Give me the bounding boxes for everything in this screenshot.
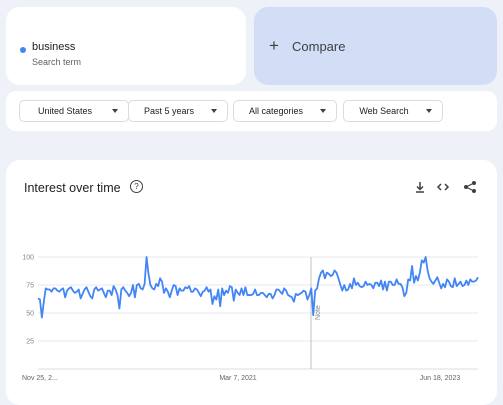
search-type-label: Web Search xyxy=(359,106,409,116)
x-tick-label: Mar 7, 2021 xyxy=(219,375,256,382)
region-label: United States xyxy=(37,106,93,116)
compare-label: Compare xyxy=(292,39,346,54)
caret-down-icon xyxy=(112,109,118,113)
region-dropdown[interactable]: United States xyxy=(19,100,129,122)
series-line-business[interactable] xyxy=(37,256,479,319)
search-type-dropdown[interactable]: Web Search xyxy=(343,100,443,122)
embed-icon[interactable] xyxy=(436,180,450,194)
interest-chart[interactable]: 100 75 50 25 Nov 25, 2... Mar 7, 2021 Jun 18, … xyxy=(6,160,497,405)
x-tick-label: Nov 25, 2... xyxy=(22,375,58,382)
caret-down-icon xyxy=(211,109,217,113)
caret-down-icon xyxy=(320,109,326,113)
y-tick-label: 75 xyxy=(26,283,34,290)
search-term-sublabel: Search term xyxy=(32,57,82,67)
category-dropdown[interactable]: All categories xyxy=(233,100,337,122)
compare-button[interactable]: + Compare xyxy=(254,7,497,85)
time-range-label: Past 5 years xyxy=(143,106,195,116)
y-tick-label: 50 xyxy=(26,311,34,318)
category-label: All categories xyxy=(248,106,304,116)
series-color-dot xyxy=(20,47,26,53)
x-tick-label: Jun 18, 2023 xyxy=(420,375,461,382)
chart-title: Interest over time xyxy=(24,181,121,195)
y-tick-label: 25 xyxy=(26,339,34,346)
search-term-card[interactable]: business Search term xyxy=(6,7,246,85)
time-range-dropdown[interactable]: Past 5 years xyxy=(128,100,228,122)
search-term-label[interactable]: business xyxy=(32,41,75,53)
caret-down-icon xyxy=(426,109,432,113)
share-icon[interactable] xyxy=(463,180,477,194)
interest-over-time-card: 100 75 50 25 Nov 25, 2... Mar 7, 2021 Jun 18, … xyxy=(6,160,497,405)
filter-bar: United States Past 5 years All categorie… xyxy=(6,91,497,131)
plus-icon: + xyxy=(269,36,279,55)
note-annotation[interactable]: Note xyxy=(315,305,322,320)
download-icon[interactable] xyxy=(413,180,427,194)
y-tick-label: 100 xyxy=(22,255,34,262)
help-icon[interactable]: ? xyxy=(130,180,143,193)
